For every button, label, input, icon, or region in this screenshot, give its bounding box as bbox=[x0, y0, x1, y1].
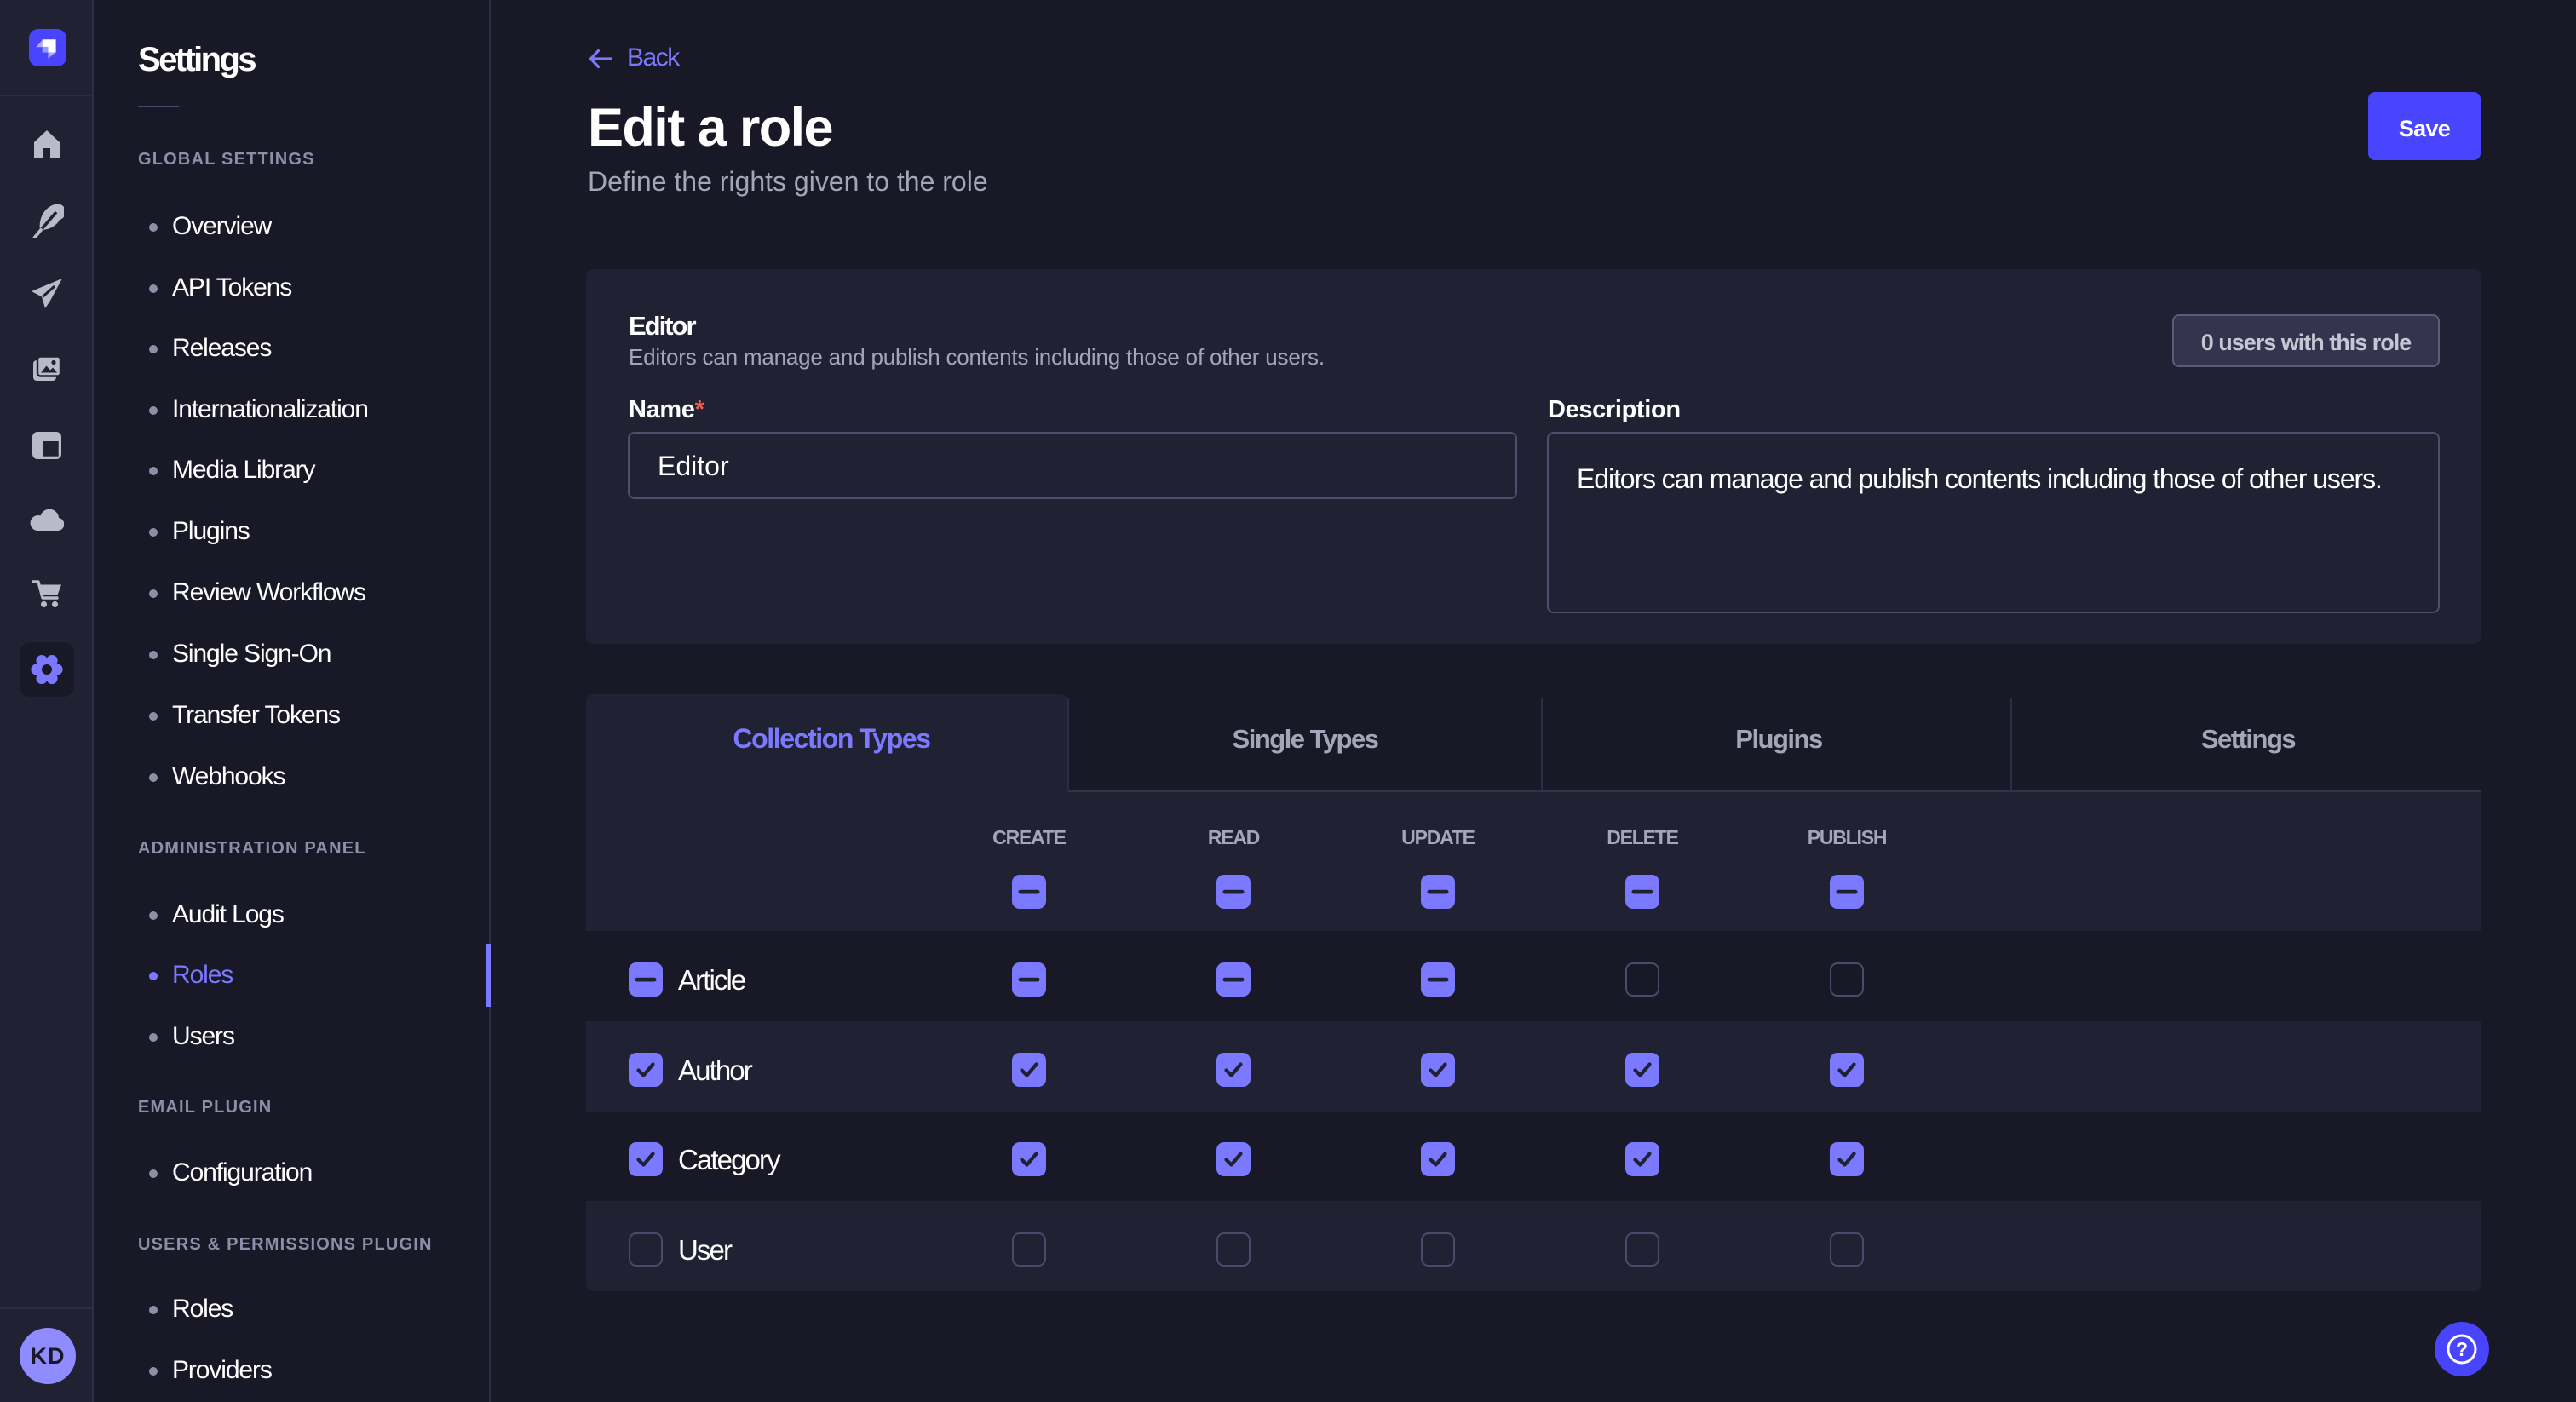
svg-text:?: ? bbox=[2456, 1338, 2468, 1360]
